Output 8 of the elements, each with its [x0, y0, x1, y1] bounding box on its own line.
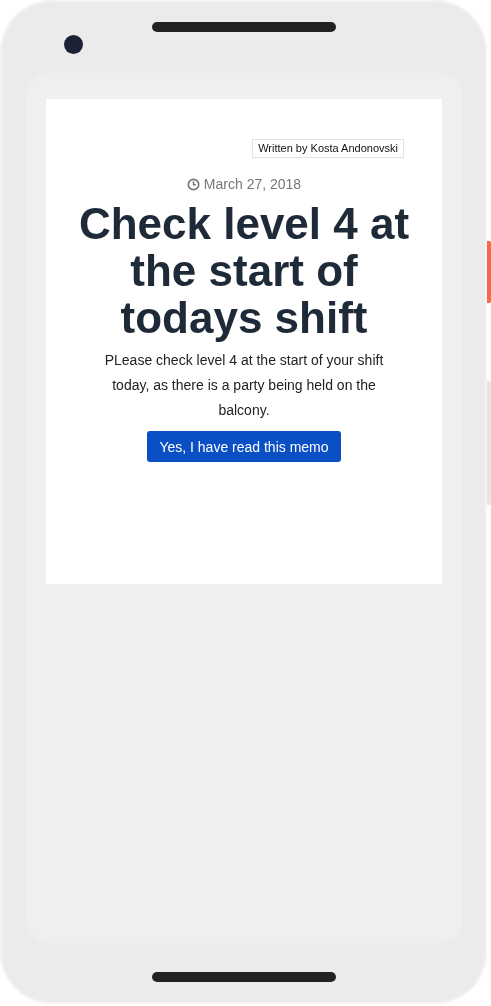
camera-icon [64, 35, 83, 54]
power-key [487, 241, 491, 303]
confirm-button[interactable]: Yes, I have read this memo [147, 431, 341, 462]
memo-text: PLease check level 4 at the start of your shift today, as there is a party being held on the balcony. [103, 351, 385, 420]
memo-title: Check level 4 at the start of todays shift [77, 200, 411, 341]
clock-icon [186, 177, 200, 191]
author-tag: Written by Kosta Andonovski [252, 139, 404, 158]
memo-date: March 27, 2018 [203, 176, 302, 192]
